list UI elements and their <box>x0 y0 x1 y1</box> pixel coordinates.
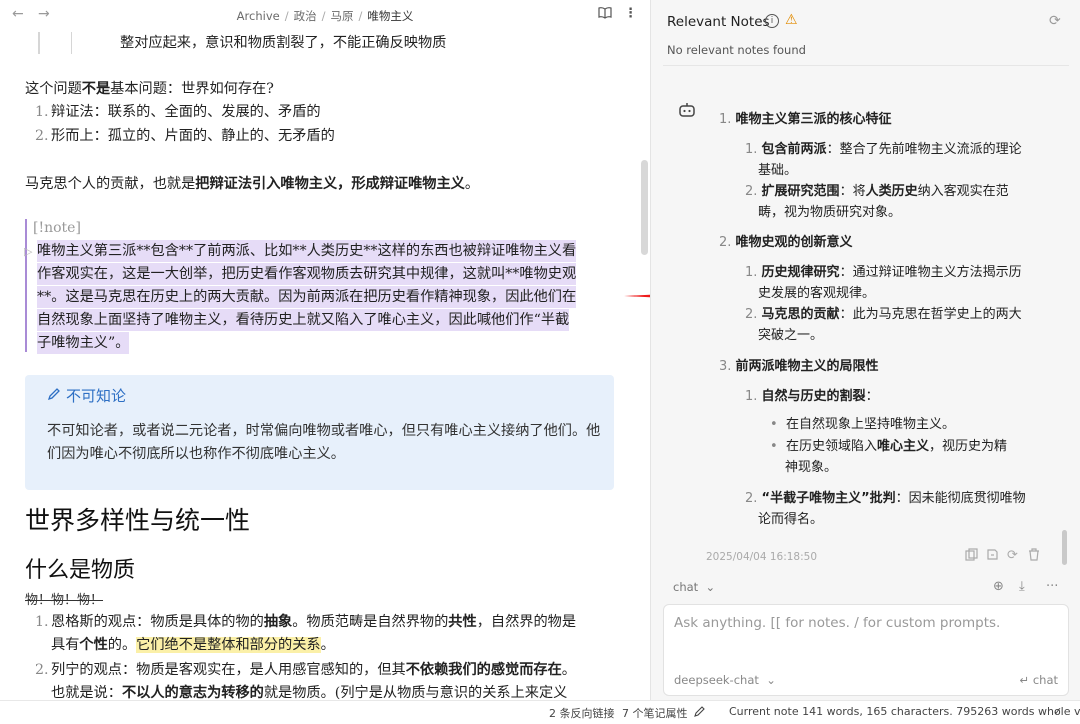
breadcrumb-current[interactable]: 唯物主义 <box>367 9 413 23</box>
answer-heading: 2. 唯物史观的创新意义 <box>719 235 853 250</box>
chevron-down-icon: ⌄ <box>766 673 776 687</box>
editor-header: ← → Archive / 政治 / 马原 / 唯物主义 ⋮ <box>0 0 650 30</box>
breadcrumb-marxism[interactable]: 马原 <box>330 9 353 23</box>
editor-pane: ← → Archive / 政治 / 马原 / 唯物主义 ⋮ 整对应起来，意识和物质割裂了，… <box>0 0 650 700</box>
list-item: 2. 形而上：孤立的、片面的、静止的、无矛盾的 <box>35 128 335 144</box>
answer-item: 1. 历史规律研究：通过辩证唯物主义方法揭示历 <box>745 265 1022 280</box>
callout-agnosticism[interactable]: 不可知论 不可知论者，或者说二元论者，时常偏向唯物或者唯心，但只有唯心主义接纳了… <box>25 375 614 490</box>
highlighted-line: 子唯物主义”。 <box>37 332 130 354</box>
delete-icon[interactable] <box>1028 548 1040 565</box>
highlighted-line: 自然现象上面坚持了唯物主义，看待历史上就又陷入了唯心主义，因此喊他们作“半截 <box>37 309 570 331</box>
chat-mode-dropdown[interactable]: chat ⌄ <box>673 580 715 594</box>
properties-count[interactable]: 7 个笔记属性 <box>622 705 688 721</box>
breadcrumb: Archive / 政治 / 马原 / 唯物主义 <box>236 9 414 23</box>
panel-title: Relevant Notes <box>667 14 770 30</box>
quote-bar <box>71 32 72 54</box>
answer-item-continued: 史发展的客观规律。 <box>758 286 876 301</box>
chevron-down-icon: ⌄ <box>705 580 716 594</box>
copy-icon[interactable] <box>965 548 978 565</box>
list-item-continued: 也就是说：不以人的意志为转移的就是物质。(列宁是从物质与意识的关系上来定义 <box>51 685 568 700</box>
highlighted-line: 唯物主义第三派**包含**了前两派、比如**人类历史**这样的东西也被辩证唯物主… <box>37 240 577 262</box>
divider <box>663 65 1069 66</box>
relevant-notes-panel: Relevant Notes i ⚠ ⟳ No relevant notes f… <box>650 0 1080 700</box>
answer-bullet-continued: 神现象。 <box>785 460 838 475</box>
marx-contribution-line: 马克思个人的贡献，也就是把辩证法引入唯物主义，形成辩证唯物主义。 <box>25 176 480 192</box>
chat-input-box: deepseek-chat ⌄ ↵ chat <box>663 604 1069 696</box>
quote-bar <box>38 32 40 54</box>
answer-item-continued: 畴，视为物质研究对象。 <box>758 205 902 220</box>
no-notes-message: No relevant notes found <box>667 43 806 57</box>
message-timestamp: 2025/04/04 16:18:50 <box>706 551 818 563</box>
callout-body: 不可知论者，或者说二元论者，时常偏向唯物或者唯心，但只有唯心主义接纳了他们。他们… <box>47 423 601 462</box>
answer-item: 2. 扩展研究范围：将人类历史纳入客观实在范 <box>745 184 1009 199</box>
send-button[interactable]: ↵ chat <box>1020 673 1058 687</box>
list-item-continued: 具有个性的。它们绝不是整体和部分的关系。 <box>51 637 335 653</box>
answer-heading: 1. 唯物主义第三派的核心特征 <box>719 112 892 127</box>
strikethrough-text: 物！物！物！ <box>25 593 104 608</box>
more-icon[interactable]: ··· <box>1046 579 1058 594</box>
edit-pencil-icon[interactable] <box>694 705 706 720</box>
download-icon[interactable]: ⤓ <box>1019 579 1025 594</box>
word-count: Current note 141 words, 165 characters. … <box>729 705 1080 718</box>
regenerate-icon[interactable]: ⟳ <box>1007 548 1018 563</box>
highlight-mark: 它们绝不是整体和部分的关系 <box>136 637 321 653</box>
answer-item: 2. “半截子唯物主义”批判：因未能彻底贯彻唯物 <box>745 491 1026 506</box>
model-selector[interactable]: deepseek-chat ⌄ <box>674 673 776 687</box>
chat-input[interactable] <box>674 615 1054 631</box>
bot-icon <box>679 103 695 117</box>
answer-bullet: • 在历史领域陷入唯心主义，视历史为精 <box>770 439 1007 454</box>
more-options-icon[interactable]: ⋮ <box>624 6 637 21</box>
pencil-icon <box>47 385 61 407</box>
reading-view-icon[interactable] <box>598 6 612 23</box>
question-line: 这个问题不是基本问题：世界如何存在? <box>25 81 274 97</box>
list-item: 1. 恩格斯的观点：物质是具体的物的抽象。物质范畴是自然界物的共性，自然界的物是 <box>35 614 577 630</box>
panel-scrollbar[interactable] <box>1062 530 1067 565</box>
breadcrumb-politics[interactable]: 政治 <box>294 9 317 23</box>
editor-scrollbar[interactable] <box>641 160 648 255</box>
answer-item: 2. 马克思的贡献：此为马克思在哲学史上的两大 <box>745 307 1022 322</box>
note-border <box>25 219 27 352</box>
highlighted-line: **。这是马克思在历史上的两大贡献。因为前两派在把历史看作精神现象，因此他们在 <box>37 286 577 308</box>
callout-title: 不可知论 <box>47 385 126 407</box>
highlighted-line: 作客观实在，这是一大创举，把历史看作客观物质去研究其中规律，这就叫**唯物史观 <box>37 263 577 285</box>
chevron-right-icon[interactable]: ▷ <box>24 241 32 263</box>
answer-item: 1. 自然与历史的割裂： <box>745 389 879 404</box>
refresh-icon[interactable]: ⟳ <box>1049 13 1061 29</box>
heading-what-is-matter: 什么是物质 <box>25 558 136 583</box>
heading-diversity-unity: 世界多样性与统一性 <box>25 506 251 535</box>
list-item: 1. 辩证法：联系的、全面的、发展的、矛盾的 <box>35 104 321 120</box>
backlinks-count[interactable]: 2 条反向链接 <box>549 705 615 721</box>
answer-heading: 3. 前两派唯物主义的局限性 <box>719 359 879 374</box>
checkmark-icon[interactable]: ✓ <box>1053 705 1062 718</box>
new-chat-icon[interactable]: ⊕ <box>993 579 1004 594</box>
answer-item: 1. 包含前两派：整合了先前唯物主义流派的理论 <box>745 142 1022 157</box>
list-item: 2. 列宁的观点：物质是客观实在，是人用感官感知的，但其不依赖我们的感觉而存在。 <box>35 662 576 678</box>
status-bar: 2 条反向链接 7 个笔记属性 Current note 141 words, … <box>0 700 1080 724</box>
answer-item-continued: 突破之一。 <box>758 328 824 343</box>
note-tag: [!note] <box>33 220 81 236</box>
enter-icon: ↵ <box>1019 673 1030 687</box>
answer-bullet: • 在自然现象上坚持唯物主义。 <box>770 417 955 432</box>
breadcrumb-archive[interactable]: Archive <box>237 9 280 23</box>
quote-line: 整对应起来，意识和物质割裂了，不能正确反映物质 <box>120 35 447 51</box>
answer-item-continued: 基础。 <box>758 163 798 178</box>
warning-icon[interactable]: ⚠ <box>785 12 798 28</box>
answer-item-continued: 论而得名。 <box>758 512 824 527</box>
info-icon[interactable]: i <box>765 14 779 28</box>
insert-note-icon[interactable] <box>986 548 999 565</box>
